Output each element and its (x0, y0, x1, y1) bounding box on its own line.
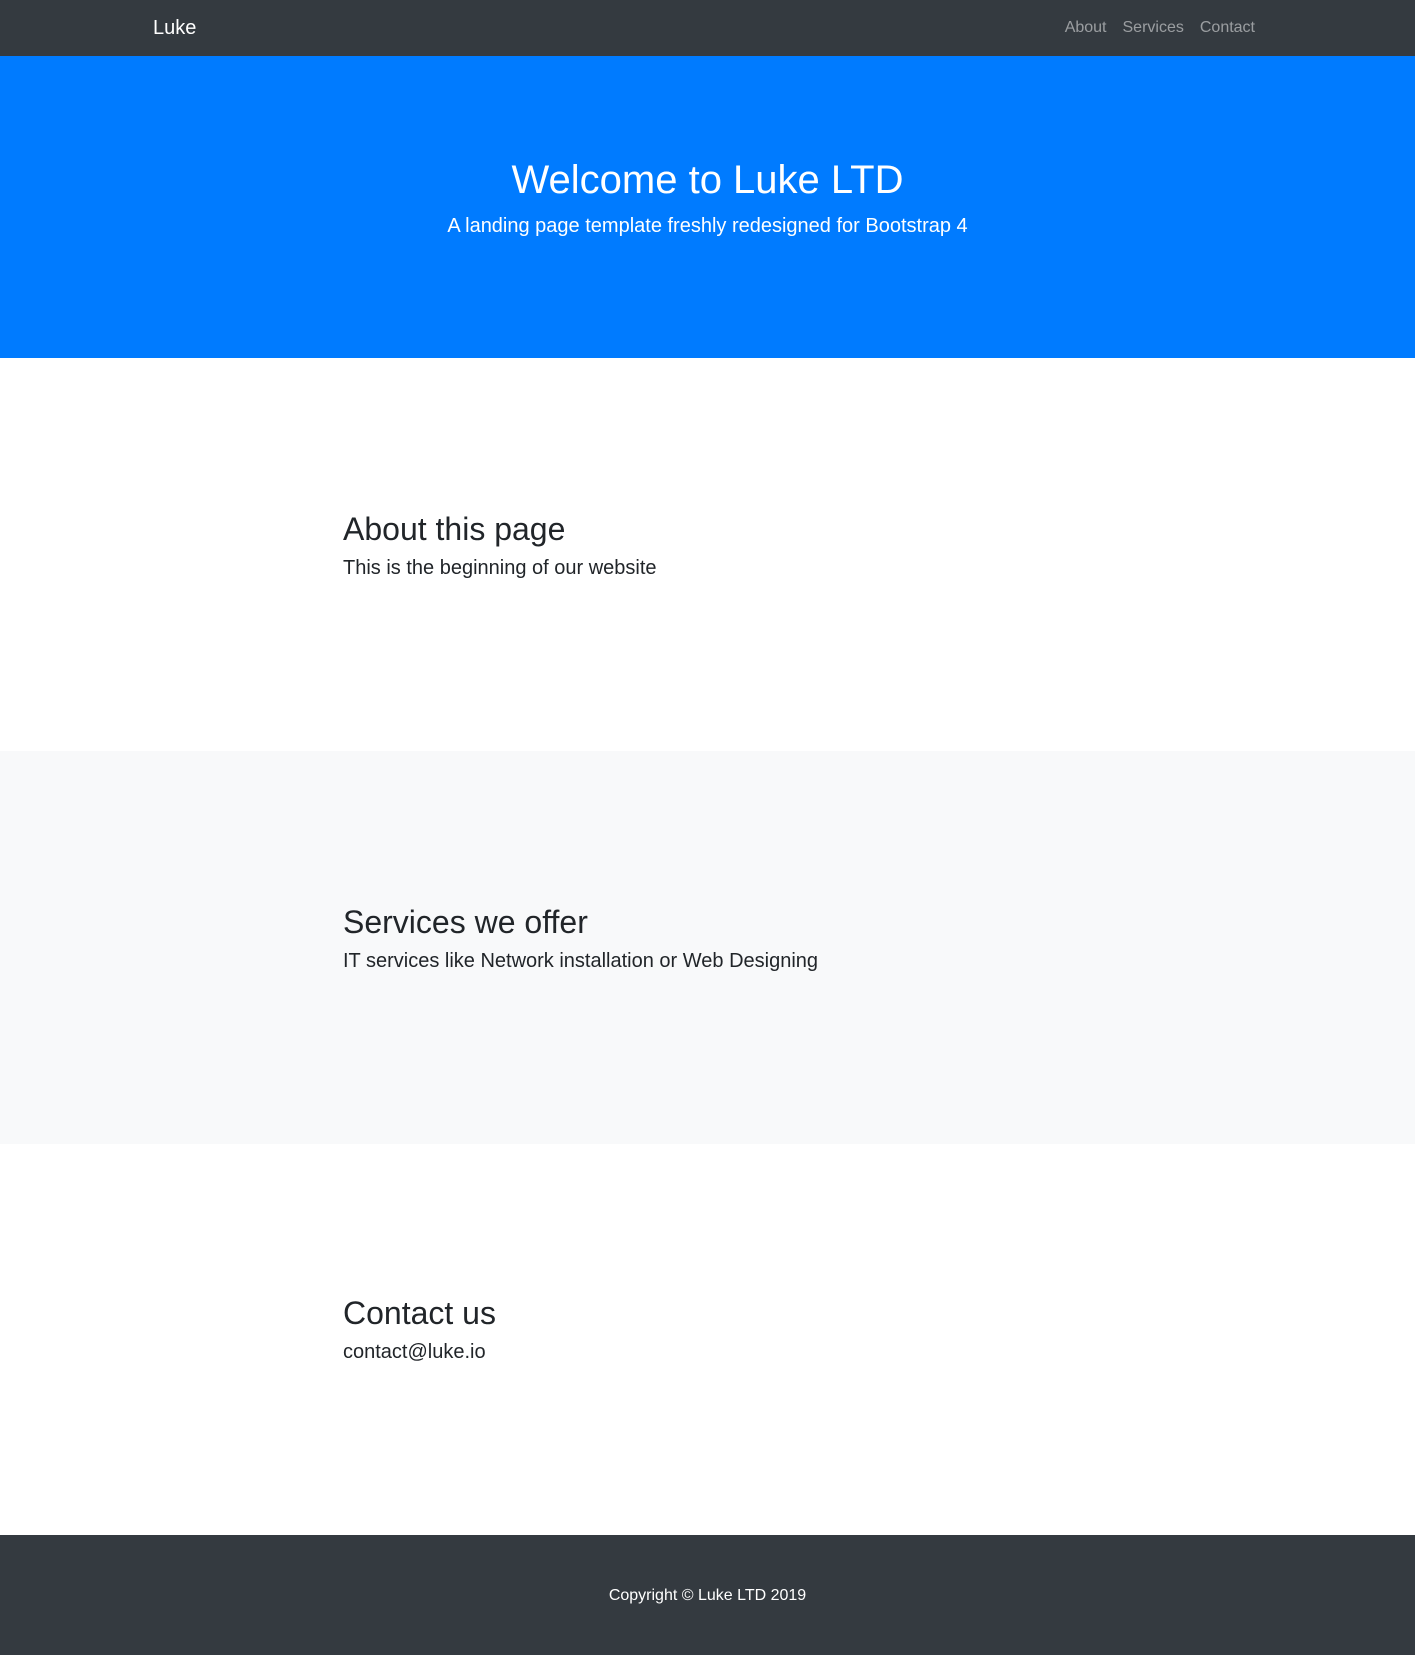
hero-subtitle: A landing page template freshly redesign… (447, 215, 968, 237)
contact-content: Contact us contact@luke.io (343, 1294, 496, 1364)
about-text: This is the beginning of our website (343, 557, 657, 579)
nav-links: About Services Contact (1057, 18, 1255, 38)
services-title: Services we offer (343, 904, 588, 940)
about-section: About this page This is the beginning of… (0, 358, 1415, 751)
about-title: About this page (343, 511, 566, 547)
footer: Copyright © Luke LTD 2019 (0, 1535, 1415, 1655)
contact-section: Contact us contact@luke.io (0, 1142, 1415, 1535)
services-section: Services we offer IT services like Netwo… (0, 751, 1415, 1144)
top-navbar: Luke About Services Contact (0, 0, 1415, 56)
contact-title: Contact us (343, 1295, 496, 1331)
hero-title: Welcome to Luke LTD (511, 158, 904, 202)
about-content: About this page This is the beginning of… (343, 510, 657, 580)
footer-copyright: Copyright © Luke LTD 2019 (608, 1587, 807, 1604)
nav-link-contact[interactable]: Contact (1192, 18, 1255, 38)
hero-section: Welcome to Luke LTD A landing page templ… (0, 56, 1415, 358)
services-content: Services we offer IT services like Netwo… (343, 903, 818, 973)
brand-link[interactable]: Luke (153, 16, 196, 40)
nav-link-about[interactable]: About (1057, 18, 1115, 38)
nav-link-services[interactable]: Services (1115, 18, 1192, 38)
services-text: IT services like Network installation or… (343, 950, 819, 972)
contact-email: contact@luke.io (343, 1341, 486, 1363)
